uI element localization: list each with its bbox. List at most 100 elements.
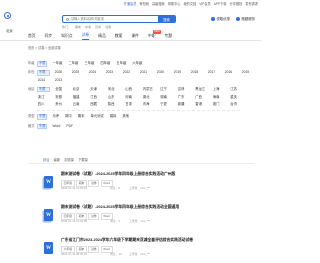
header-right-link[interactable]: 跑腿服务: [235, 16, 255, 21]
filter-option[interactable]: 新疆: [177, 102, 190, 107]
hot-word-link[interactable]: 试卷: [105, 25, 111, 29]
filter-option[interactable]: 2018: [190, 70, 203, 76]
result-item[interactable]: W 期末测试卷（试题）-2024-2025学年四年级上册综合实践活动全国通用 四…: [28, 200, 253, 232]
nav-item[interactable]: 知识点: [61, 34, 72, 41]
filter-option[interactable]: 2016: [224, 70, 237, 76]
filter-option[interactable]: 其他: [122, 114, 130, 120]
filter-option[interactable]: 2021: [139, 70, 152, 76]
nav-item[interactable]: 中职 NEW: [148, 30, 161, 41]
topbar-link[interactable]: 有知网: [139, 1, 149, 6]
filter-option[interactable]: 天津: [90, 87, 103, 93]
filter-option[interactable]: PDF: [66, 124, 74, 130]
filter-option[interactable]: 澳门: [212, 102, 225, 107]
filter-option[interactable]: 一年级: [52, 61, 63, 67]
result-tag[interactable]: 试卷: [88, 246, 100, 253]
filter-option[interactable]: 宁夏: [160, 102, 173, 107]
filter-option[interactable]: Word: [52, 124, 61, 130]
filter-option[interactable]: 北京: [72, 87, 85, 93]
topbar-link[interactable]: 开通会员: [124, 1, 137, 6]
filter-option[interactable]: 2017: [207, 70, 220, 76]
result-item[interactable]: W 广东省江门市2023-2024学年六年级下学期期末双减全套评估综合实践活动试…: [28, 233, 253, 263]
filter-option[interactable]: 2025: [71, 70, 84, 76]
nav-item[interactable]: 试卷: [81, 33, 90, 40]
nav-item[interactable]: 课件: [131, 34, 139, 41]
header-right-link[interactable]: 领取优惠: [210, 16, 230, 21]
filter-option[interactable]: 广西: [195, 95, 208, 100]
filter-option[interactable]: 2015: [241, 70, 254, 76]
hot-word-link[interactable]: 期末: [75, 25, 81, 29]
topbar-link[interactable]: 我的文档: [183, 1, 196, 6]
filter-option[interactable]: 2019: [173, 70, 186, 76]
filter-option[interactable]: 三年级: [84, 61, 95, 67]
filter-option[interactable]: 台湾: [230, 102, 243, 107]
filter-option[interactable]: 2024: [88, 70, 101, 76]
filter-option[interactable]: 五年级: [116, 61, 127, 67]
filter-option[interactable]: 2013: [54, 78, 67, 83]
nav-item[interactable]: 教案: [115, 34, 123, 41]
result-item[interactable]: W 期末测试卷（试题）-2024-2025学年四年级上册综合实践活动广州版 四年…: [28, 167, 253, 199]
filter-option[interactable]: 福建: [72, 95, 85, 100]
hot-word-link[interactable]: 中考: [85, 25, 91, 29]
filter-option[interactable]: 2022: [122, 70, 135, 76]
result-title[interactable]: 期末测试卷（试题）-2024-2025学年四年级上册综合实践活动全国通用: [61, 205, 179, 210]
result-tag[interactable]: 试卷: [88, 213, 100, 220]
nav-item[interactable]: 首页: [28, 34, 36, 41]
topbar-link[interactable]: 分享赚钱: [230, 1, 243, 6]
filter-option[interactable]: 月考: [52, 114, 60, 120]
filter-option[interactable]: 不限: [37, 61, 48, 67]
sort-option[interactable]: 最新: [54, 157, 61, 162]
filter-option[interactable]: 2014: [37, 78, 50, 83]
filter-option[interactable]: 二年级: [68, 61, 79, 67]
filter-option[interactable]: 河北: [107, 87, 120, 93]
hot-word-link[interactable]: 高考: [95, 25, 101, 29]
result-tag[interactable]: 试卷: [88, 180, 100, 187]
filter-option[interactable]: 黑龙江: [195, 87, 208, 93]
topbar-link[interactable]: 高级搜索: [152, 1, 165, 6]
filter-option[interactable]: 湖南: [160, 95, 173, 100]
nav-item[interactable]: 专题: [165, 34, 173, 41]
topbar-link[interactable]: VIP会员: [199, 1, 211, 6]
sort-option[interactable]: 综合: [43, 157, 50, 162]
filter-option[interactable]: 贵州: [55, 102, 68, 107]
filter-option[interactable]: 期末: [77, 114, 85, 120]
filter-option[interactable]: 吉林: [177, 87, 190, 93]
filter-option[interactable]: 模拟: [109, 114, 117, 120]
filter-option[interactable]: 安徽: [55, 95, 68, 100]
filter-option[interactable]: 不限: [37, 114, 48, 121]
filter-option[interactable]: 辽宁: [160, 87, 173, 93]
filter-option[interactable]: 江西: [90, 95, 103, 100]
filter-option[interactable]: 六年级: [132, 61, 143, 67]
filter-option[interactable]: 湖北: [142, 95, 155, 100]
topbar-link[interactable]: APP下载: [214, 1, 227, 6]
filter-option[interactable]: 海南: [212, 95, 225, 100]
filter-option[interactable]: 上海: [212, 87, 225, 93]
filter-option[interactable]: 山东: [107, 95, 120, 100]
filter-option[interactable]: 2020: [156, 70, 169, 76]
filter-option[interactable]: 单元测试: [90, 114, 105, 120]
filter-option[interactable]: 河南: [125, 95, 138, 100]
filter-option[interactable]: 四川: [37, 102, 50, 107]
sort-option[interactable]: 下载量: [78, 157, 88, 162]
filter-option[interactable]: 陕西: [107, 102, 120, 107]
search-input[interactable]: [69, 17, 158, 21]
filter-option[interactable]: 不限: [37, 70, 50, 76]
filter-option[interactable]: 2023: [105, 70, 118, 76]
filter-option[interactable]: 不限: [37, 123, 48, 130]
filter-option[interactable]: 期中: [64, 114, 72, 120]
filter-option[interactable]: 不限: [37, 86, 50, 93]
search-button[interactable]: 搜索: [158, 16, 175, 22]
filter-option[interactable]: 全国: [55, 87, 68, 93]
filter-option[interactable]: 广东: [177, 95, 190, 100]
filter-option[interactable]: 重庆: [230, 95, 243, 100]
filter-option[interactable]: 甘肃: [125, 102, 138, 107]
filter-option[interactable]: 2026: [54, 70, 67, 76]
sort-option[interactable]: 浏览量: [64, 157, 74, 162]
nav-item[interactable]: 精品: [98, 34, 106, 41]
filter-option[interactable]: 江苏: [230, 87, 243, 93]
site-logo-icon[interactable]: [4, 12, 11, 19]
filter-option[interactable]: 浙江: [37, 95, 50, 100]
filter-option[interactable]: 山西: [125, 87, 138, 93]
filter-option[interactable]: 香港: [195, 102, 208, 107]
filter-option[interactable]: 内蒙古: [142, 87, 155, 93]
nav-item[interactable]: 同步: [45, 34, 53, 41]
